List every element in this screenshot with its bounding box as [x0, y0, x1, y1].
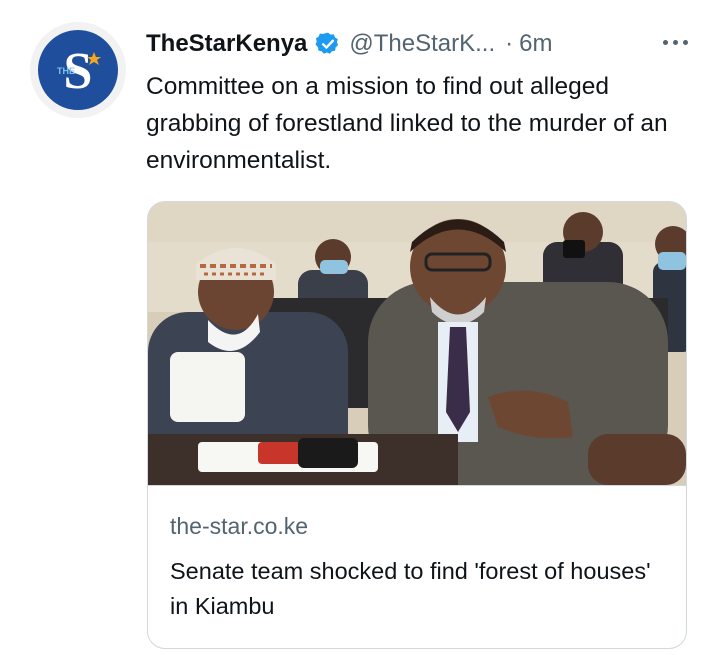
separator-dot: ·: [505, 30, 514, 57]
author-name[interactable]: TheStarKenya: [146, 30, 307, 58]
svg-text:THE: THE: [57, 66, 75, 76]
tweet-timestamp[interactable]: 6m: [519, 30, 552, 58]
tweet[interactable]: S THE TheStarKenya @TheStarK... · 6m Com…: [0, 0, 720, 655]
author-handle[interactable]: @TheStarK...: [349, 30, 495, 58]
card-domain: the-star.co.ke: [170, 513, 309, 539]
more-options-icon[interactable]: [663, 30, 688, 54]
verified-badge-icon: [315, 31, 341, 57]
avatar[interactable]: S THE: [30, 22, 126, 118]
thestar-logo-icon: S THE: [38, 30, 118, 110]
card-divider: [148, 485, 686, 486]
link-card[interactable]: the-star.co.ke Senate team shocked to fi…: [147, 201, 687, 649]
card-image: [148, 202, 686, 485]
tweet-text: Committee on a mission to find out alleg…: [146, 73, 668, 174]
tweet-header: TheStarKenya @TheStarK... · 6m: [146, 26, 690, 62]
card-title: Senate team shocked to find 'forest of h…: [170, 558, 651, 619]
